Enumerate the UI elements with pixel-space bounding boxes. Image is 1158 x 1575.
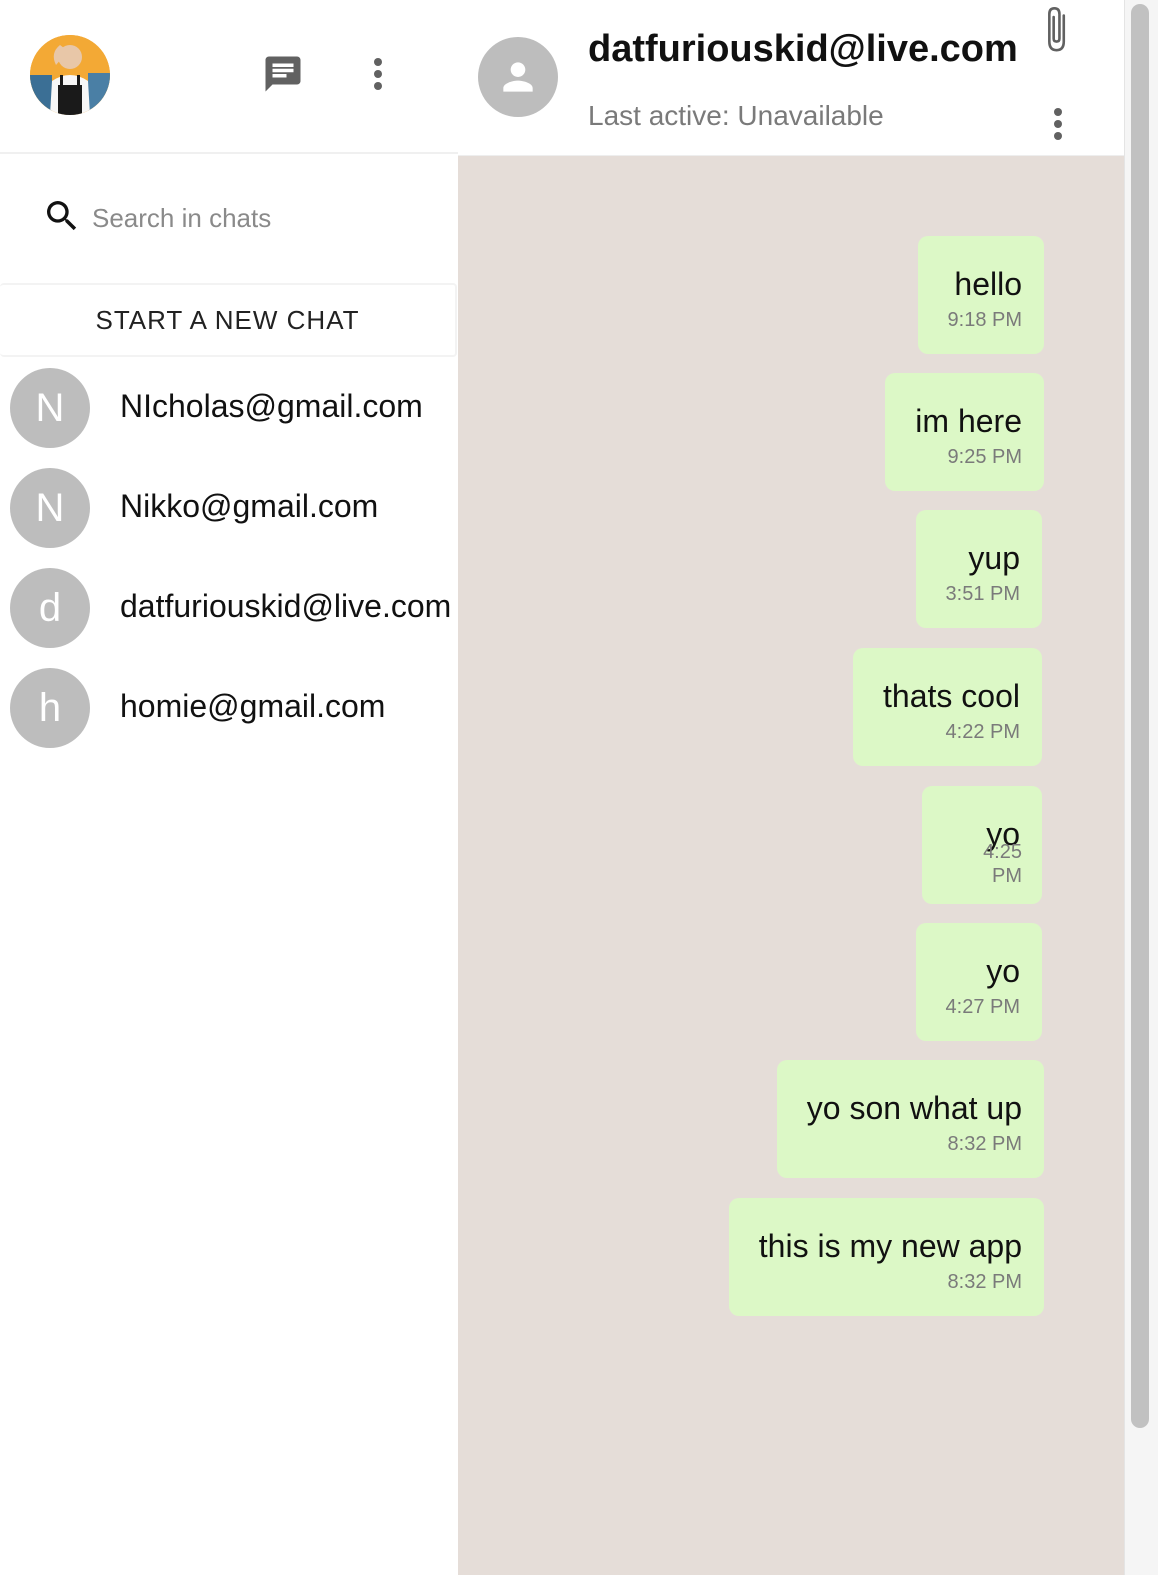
user-avatar[interactable] xyxy=(30,35,110,115)
scrollbar-thumb[interactable] xyxy=(1131,4,1149,1428)
message-text: this is my new app xyxy=(758,1228,1022,1264)
chat-name: homie@gmail.com xyxy=(120,688,386,724)
message-bubble: yo son what up 8:32 PM xyxy=(776,1060,1044,1178)
message-timestamp: 9:18 PM xyxy=(947,309,1022,331)
message-timestamp: 8:32 PM xyxy=(947,1133,1022,1155)
start-new-chat-button[interactable]: START A NEW CHAT xyxy=(0,283,457,357)
new-chat-icon[interactable] xyxy=(259,50,307,98)
chat-list: N NIcholas@gmail.com N Nikko@gmail.com d… xyxy=(0,366,458,766)
user-photo-avatar xyxy=(30,35,110,115)
chat-message-icon xyxy=(265,56,301,92)
message-timestamp: 4:22 PM xyxy=(945,721,1020,743)
chat-name: datfuriouskid@live.com xyxy=(120,588,452,624)
message-text: yup xyxy=(968,540,1020,576)
message-bubble: yo 4:25 PM xyxy=(922,786,1042,904)
chat-avatar: N xyxy=(10,468,90,548)
message-text: hello xyxy=(954,266,1022,302)
conversation-header: datfuriouskid@live.com Last active: Unav… xyxy=(458,0,1124,156)
message-timestamp: 9:25 PM xyxy=(947,446,1022,468)
chat-avatar: d xyxy=(10,568,90,648)
contact-name: datfuriouskid@live.com xyxy=(588,28,1018,70)
last-active-status: Last active: Unavailable xyxy=(588,100,884,131)
chat-avatar: h xyxy=(10,668,90,748)
message-text: thats cool xyxy=(883,678,1020,714)
message-timestamp: 4:27 PM xyxy=(945,996,1020,1018)
chat-avatar: N xyxy=(10,368,90,448)
message-bubble: thats cool 4:22 PM xyxy=(853,648,1042,766)
search-icon xyxy=(47,201,77,231)
message-bubble: im here 9:25 PM xyxy=(885,373,1044,491)
sidebar: START A NEW CHAT N NIcholas@gmail.com N … xyxy=(0,0,458,1575)
more-vertical-icon xyxy=(1054,108,1062,140)
message-timestamp: 4:25 PM xyxy=(983,841,1022,887)
message-bubble: this is my new app 8:32 PM xyxy=(728,1198,1044,1316)
search-input[interactable] xyxy=(92,200,432,236)
message-bubble: yup 3:51 PM xyxy=(915,510,1042,628)
message-text: yo xyxy=(986,953,1020,989)
chat-list-item[interactable]: h homie@gmail.com xyxy=(0,666,458,766)
chat-name: Nikko@gmail.com xyxy=(120,488,379,524)
chat-list-item[interactable]: N NIcholas@gmail.com xyxy=(0,366,458,466)
conversation-more-icon[interactable] xyxy=(1034,100,1082,148)
more-vertical-icon xyxy=(374,58,382,90)
contact-avatar xyxy=(478,37,558,117)
message-text: im here xyxy=(915,403,1022,439)
chat-list-item[interactable]: N Nikko@gmail.com xyxy=(0,466,458,566)
conversation-panel: datfuriouskid@live.com Last active: Unav… xyxy=(458,0,1124,1575)
message-text: yo son what up xyxy=(806,1090,1022,1126)
attach-paperclip-icon[interactable] xyxy=(1040,4,1076,56)
vertical-scrollbar[interactable] xyxy=(1124,0,1158,1575)
message-timestamp: 3:51 PM xyxy=(945,583,1020,605)
message-bubble: hello 9:18 PM xyxy=(917,236,1044,354)
chat-list-item[interactable]: d datfuriouskid@live.com xyxy=(0,566,458,666)
chat-name: NIcholas@gmail.com xyxy=(120,388,423,424)
sidebar-header xyxy=(0,0,458,154)
chat-app: START A NEW CHAT N NIcholas@gmail.com N … xyxy=(0,0,1158,1575)
sidebar-more-icon[interactable] xyxy=(354,50,402,98)
person-icon xyxy=(503,62,533,92)
chat-search xyxy=(0,156,458,282)
message-timestamp: 8:32 PM xyxy=(947,1271,1022,1293)
message-bubble: yo 4:27 PM xyxy=(915,923,1042,1041)
